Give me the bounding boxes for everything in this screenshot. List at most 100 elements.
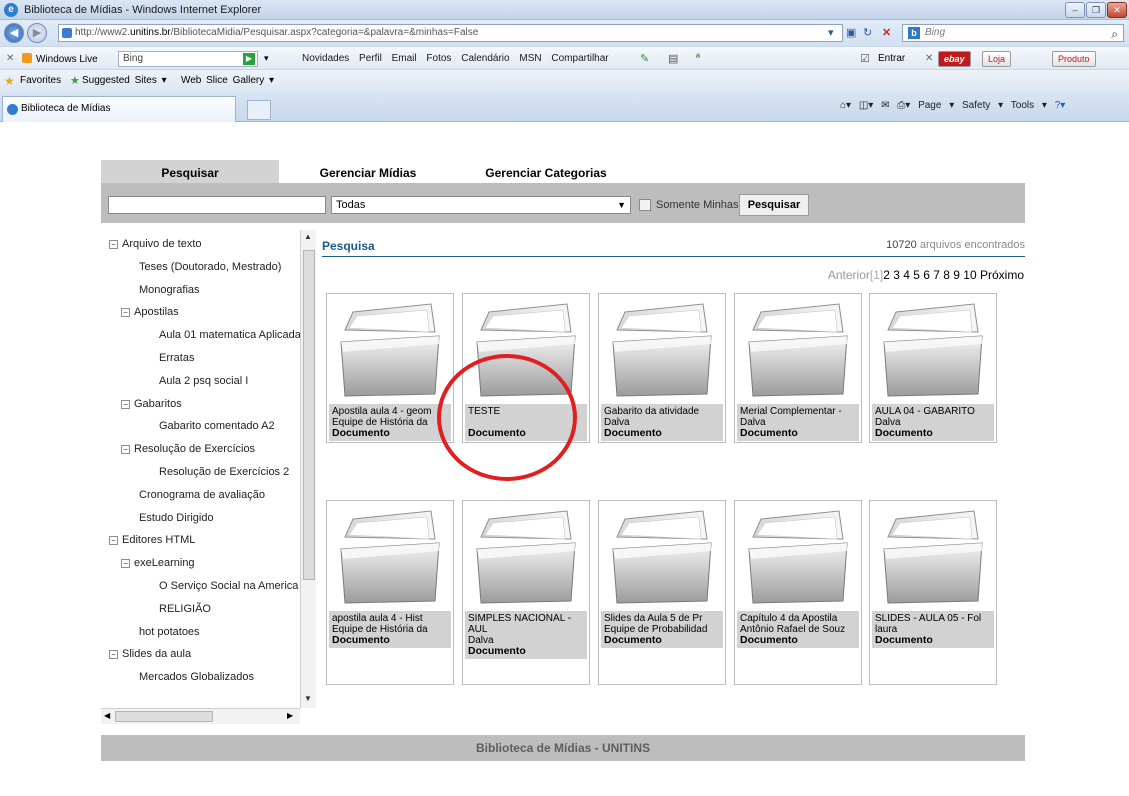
search-box[interactable]: b Bing ⌕ <box>902 24 1124 42</box>
maximize-button[interactable]: ❐ <box>1086 2 1106 18</box>
hscroll-thumb[interactable] <box>115 711 213 722</box>
tree-horizontal-scrollbar[interactable]: ◀ ▶ <box>101 708 300 724</box>
link-msn[interactable]: MSN <box>519 53 541 64</box>
address-dropdown-icon[interactable]: ▾ <box>828 26 834 39</box>
tree-collapse-icon[interactable]: − <box>121 308 130 318</box>
tree-collapse-icon[interactable]: − <box>121 559 130 569</box>
scroll-up-icon[interactable]: ▲ <box>304 232 312 241</box>
add-favorite-icon[interactable]: ★ <box>70 74 80 87</box>
link-suggested-sites[interactable]: Suggested Sites ▾ <box>82 75 167 86</box>
tree-item[interactable]: Cronograma de avaliação <box>139 489 265 501</box>
tab-biblioteca[interactable]: Biblioteca de Mídias <box>2 96 236 122</box>
tree-item[interactable]: exeLearning <box>134 557 195 569</box>
link-compartilhar[interactable]: Compartilhar <box>551 53 608 64</box>
back-button[interactable]: ◀ <box>4 23 24 43</box>
live-search-input[interactable]: Bing ▶ <box>118 51 258 67</box>
tree-collapse-icon[interactable]: − <box>121 399 130 409</box>
live-search-go-icon[interactable]: ▶ <box>243 53 255 65</box>
tree-item[interactable]: Gabaritos <box>134 398 182 410</box>
loja-button[interactable]: Loja <box>982 51 1012 67</box>
media-card[interactable]: SLIDES - AULA 05 - Fol laura Documento <box>869 500 997 685</box>
tree-item[interactable]: Estudo Dirigido <box>139 512 214 524</box>
favorites-button[interactable]: Favorites <box>20 75 61 86</box>
category-select[interactable]: Todas ▼ <box>331 196 631 214</box>
home-icon[interactable]: ⌂▾ <box>840 100 851 111</box>
toolbar-close-icon[interactable]: ✕ <box>6 53 14 64</box>
signin-link[interactable]: Entrar <box>878 53 905 64</box>
tree-item[interactable]: O Serviço Social na America L <box>159 580 308 592</box>
tree-collapse-icon[interactable]: − <box>109 240 118 249</box>
scroll-right-icon[interactable]: ▶ <box>287 711 293 720</box>
tree-collapse-icon[interactable]: − <box>109 650 118 660</box>
media-card[interactable]: Merial Complementar - Dalva Documento <box>734 293 862 443</box>
tree-collapse-icon[interactable]: − <box>121 445 130 455</box>
search-button[interactable]: Pesquisar <box>739 194 809 216</box>
tree-item[interactable]: Resolução de Exercícios <box>134 443 255 455</box>
page-menu[interactable]: Page ▾ <box>918 100 954 111</box>
tree-item[interactable]: Aula 2 psq social I <box>159 375 248 387</box>
forward-button[interactable]: ▶ <box>27 23 47 43</box>
tree-vertical-scrollbar[interactable]: ▲ ▼ <box>300 230 316 708</box>
live-search-dropdown-icon[interactable]: ▾ <box>264 53 269 64</box>
media-card[interactable]: Slides da Aula 5 de Pr Equipe de Probabil… <box>598 500 726 685</box>
keyword-input[interactable] <box>108 196 326 214</box>
windows-icon[interactable]: ▤ <box>668 52 678 65</box>
refresh-icon[interactable]: ↻ <box>863 26 872 39</box>
link-calendario[interactable]: Calendário <box>461 53 509 64</box>
tree-item[interactable]: RELIGIÃO <box>159 603 211 615</box>
pager-next[interactable]: Próximo <box>980 268 1024 282</box>
tree-item[interactable]: Editores HTML <box>122 534 195 546</box>
produto-button[interactable]: Produto <box>1052 51 1096 67</box>
folder-icon <box>612 510 712 604</box>
ebay-close-icon[interactable]: ✕ <box>925 53 933 64</box>
media-card[interactable]: AULA 04 - GABARITO Dalva Documento <box>869 293 997 443</box>
tree-item[interactable]: Resolução de Exercícios 2 <box>159 466 289 478</box>
only-mine-checkbox[interactable] <box>639 199 651 211</box>
tree-item[interactable]: Arquivo de texto <box>122 238 202 250</box>
scroll-down-icon[interactable]: ▼ <box>304 694 312 703</box>
tree-item[interactable]: Aula 01 matematica Aplicada <box>159 329 301 341</box>
compatibility-view-icon[interactable]: ▣ <box>846 26 856 39</box>
favorites-star-icon[interactable]: ★ <box>4 74 15 88</box>
new-tab-button[interactable] <box>247 100 271 120</box>
link-fotos[interactable]: Fotos <box>426 53 451 64</box>
close-button[interactable]: ✕ <box>1107 2 1127 18</box>
ebay-button[interactable]: ebay <box>938 51 971 67</box>
tree-collapse-icon[interactable]: − <box>109 536 118 546</box>
address-bar[interactable]: http://www2.unitins.br/BibliotecaMidia/P… <box>58 24 843 42</box>
tree-item[interactable]: Slides da aula <box>122 648 191 660</box>
scroll-left-icon[interactable]: ◀ <box>104 711 110 720</box>
mail-icon[interactable]: ✉ <box>881 100 889 111</box>
translate-icon[interactable]: ª <box>696 52 700 64</box>
blog-icon[interactable]: ✎ <box>640 52 649 65</box>
tree-item[interactable]: Gabarito comentado A2 <box>159 420 275 432</box>
tree-item[interactable]: hot potatoes <box>139 626 200 638</box>
tools-menu[interactable]: Tools ▾ <box>1011 100 1047 111</box>
tree-item[interactable]: Erratas <box>159 352 194 364</box>
scroll-thumb[interactable] <box>303 250 315 580</box>
link-perfil[interactable]: Perfil <box>359 53 382 64</box>
link-novidades[interactable]: Novidades <box>302 53 349 64</box>
link-web-slice-gallery[interactable]: Web Slice Gallery ▾ <box>181 75 274 86</box>
print-icon[interactable]: ⎙▾ <box>897 100 910 111</box>
media-card[interactable]: Gabarito da atividade Dalva Documento <box>598 293 726 443</box>
pager-pages[interactable]: 2 3 4 5 6 7 8 9 10 <box>883 268 976 282</box>
media-card[interactable]: Capítulo 4 da Apostila Antônio Rafael de … <box>734 500 862 685</box>
media-card-text: Gabarito da atividade <box>604 406 700 417</box>
stop-icon[interactable]: ✕ <box>882 26 891 39</box>
tree-item[interactable]: Teses (Doutorado, Mestrado) <box>139 261 281 273</box>
windows-live-brand[interactable]: Windows Live <box>22 53 98 65</box>
feeds-icon[interactable]: ◫▾ <box>859 100 873 111</box>
tree-item[interactable]: Apostilas <box>134 306 179 318</box>
media-card[interactable]: Apostila aula 4 - geom Equipe de História… <box>326 293 454 443</box>
link-email[interactable]: Email <box>392 53 417 64</box>
tree-item[interactable]: Mercados Globalizados <box>139 671 254 683</box>
help-icon[interactable]: ?▾ <box>1055 100 1066 111</box>
minimize-button[interactable]: – <box>1065 2 1085 18</box>
tree-item[interactable]: Monografias <box>139 284 200 296</box>
media-card[interactable]: apostila aula 4 - Hist Equipe de História… <box>326 500 454 685</box>
pager-prev[interactable]: Anterior <box>828 268 870 282</box>
media-card[interactable]: SIMPLES NACIONAL - AUL Dalva Documento <box>462 500 590 685</box>
search-icon[interactable]: ⌕ <box>1111 26 1118 42</box>
safety-menu[interactable]: Safety ▾ <box>962 100 1003 111</box>
